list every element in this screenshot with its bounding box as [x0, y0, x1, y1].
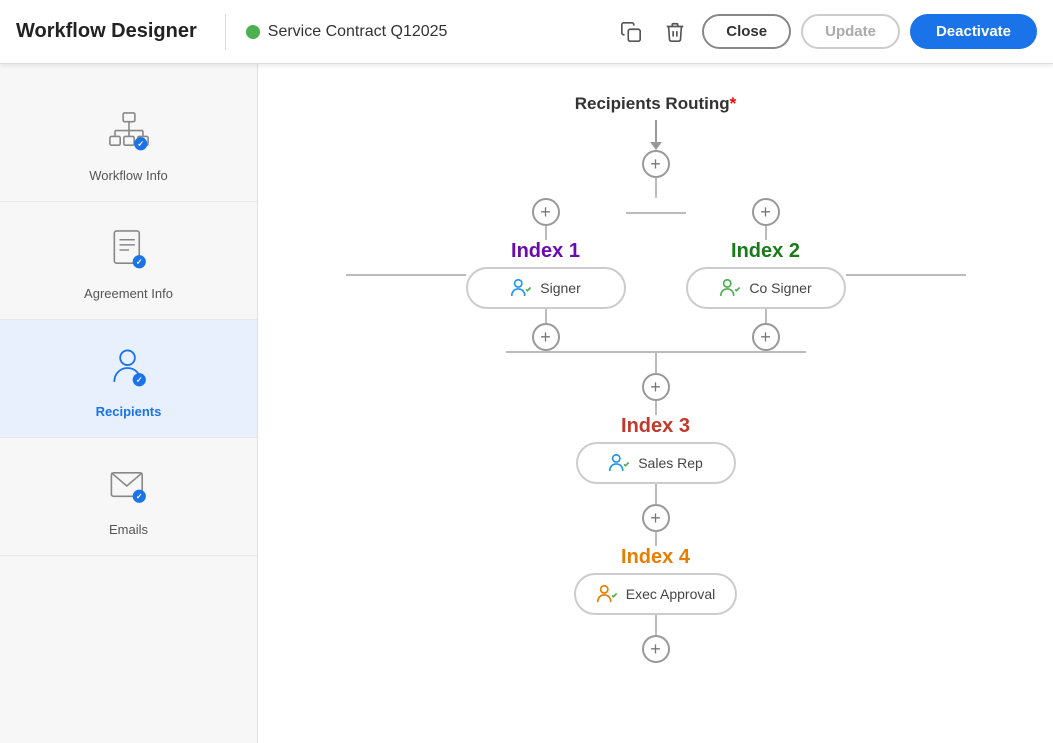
execapproval-icon — [596, 583, 618, 605]
delete-button[interactable] — [658, 15, 692, 49]
index-4-label: Index 4 — [621, 546, 690, 569]
node-signer[interactable]: Signer — [466, 267, 626, 309]
sidebar: ✓ Workflow Info ✓ Agreement Info — [0, 64, 258, 743]
connector-before-branches — [655, 178, 657, 198]
salesrep-label: Sales Rep — [638, 455, 703, 471]
branch-tops: + Index 1 Sig — [346, 198, 966, 351]
branch-2: + Index 2 Co — [686, 198, 966, 351]
add-before-index4[interactable]: + — [642, 504, 670, 532]
sidebar-label-emails: Emails — [109, 522, 148, 537]
agreement-info-icon: ✓ — [107, 228, 151, 272]
copy-button[interactable] — [614, 15, 648, 49]
salesrep-icon — [608, 452, 630, 474]
workflow-name-area: Service Contract Q12025 — [246, 23, 448, 41]
sidebar-item-emails[interactable]: ✓ Emails — [0, 438, 257, 556]
emails-icon: ✓ — [107, 464, 151, 508]
sidebar-label-agreement-info: Agreement Info — [84, 286, 173, 301]
app-title: Workflow Designer — [16, 20, 197, 43]
workflow-info-icon-wrap: ✓ — [99, 102, 159, 162]
agreement-info-icon-wrap: ✓ — [99, 220, 159, 280]
main-layout: ✓ Workflow Info ✓ Agreement Info — [0, 64, 1053, 743]
update-button[interactable]: Update — [801, 14, 900, 49]
cosigner-label: Co Signer — [749, 280, 811, 296]
svg-text:✓: ✓ — [137, 140, 144, 149]
branch-1: + Index 1 Sig — [346, 198, 626, 351]
node-cosigner[interactable]: Co Signer — [686, 267, 846, 309]
workflow-info-icon: ✓ — [107, 110, 151, 154]
add-after-index4[interactable]: + — [642, 635, 670, 663]
index-3-label: Index 3 — [621, 415, 690, 438]
close-button[interactable]: Close — [702, 14, 791, 49]
sidebar-item-recipients[interactable]: ✓ Recipients — [0, 320, 257, 438]
add-branch-1-bottom[interactable]: + — [532, 323, 560, 351]
workflow-name: Service Contract Q12025 — [268, 23, 448, 41]
flow-container: Recipients Routing* + — [346, 94, 966, 663]
canvas: Recipients Routing* + — [258, 64, 1053, 743]
recipients-icon-wrap: ✓ — [99, 338, 159, 398]
connector-after-branches — [655, 353, 657, 373]
svg-text:✓: ✓ — [135, 258, 142, 267]
sidebar-label-recipients: Recipients — [96, 404, 162, 419]
connector-before-index4 — [655, 484, 657, 504]
initial-arrow — [650, 120, 662, 150]
sidebar-item-agreement-info[interactable]: ✓ Agreement Info — [0, 202, 257, 320]
status-dot — [246, 25, 260, 39]
header-actions: Close Update Deactivate — [614, 14, 1037, 49]
node-salesrep[interactable]: Sales Rep — [576, 442, 736, 484]
deactivate-button[interactable]: Deactivate — [910, 14, 1037, 49]
connector-before-index3 — [655, 401, 657, 415]
connector-final — [655, 615, 657, 635]
recipients-icon: ✓ — [107, 346, 151, 390]
add-before-branches[interactable]: + — [642, 150, 670, 178]
connector-v-index4 — [655, 532, 657, 546]
node-execapproval[interactable]: Exec Approval — [574, 573, 738, 615]
svg-text:✓: ✓ — [135, 376, 142, 385]
header-divider — [225, 14, 226, 50]
add-before-index3[interactable]: + — [642, 373, 670, 401]
emails-icon-wrap: ✓ — [99, 456, 159, 516]
signer-icon — [510, 277, 532, 299]
add-branch-2-top[interactable]: + — [752, 198, 780, 226]
add-branch-2-bottom[interactable]: + — [752, 323, 780, 351]
section-title: Recipients Routing* — [575, 94, 737, 114]
sidebar-item-workflow-info[interactable]: ✓ Workflow Info — [0, 84, 257, 202]
cosigner-icon — [719, 277, 741, 299]
svg-text:✓: ✓ — [135, 492, 142, 501]
parallel-section: + Index 1 Sig — [346, 198, 966, 353]
signer-label: Signer — [540, 280, 580, 296]
index-1-label: Index 1 — [511, 240, 580, 263]
header: Workflow Designer Service Contract Q1202… — [0, 0, 1053, 64]
execapproval-label: Exec Approval — [626, 586, 716, 602]
index-2-label: Index 2 — [731, 240, 800, 263]
workflow-canvas: Recipients Routing* + — [346, 94, 966, 713]
sidebar-label-workflow-info: Workflow Info — [89, 168, 168, 183]
add-branch-1-top[interactable]: + — [532, 198, 560, 226]
